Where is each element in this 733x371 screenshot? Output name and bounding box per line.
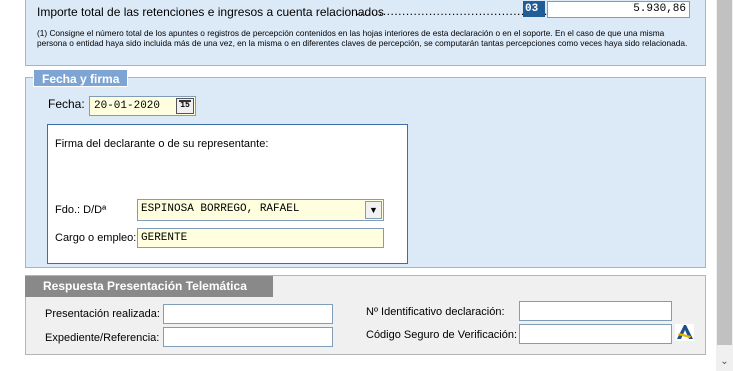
fdo-select[interactable]: ESPINOSA BORREGO, RAFAEL ▼: [137, 199, 384, 221]
fecha-firma-legend: Fecha y firma: [33, 69, 129, 87]
calendar-icon[interactable]: 15: [176, 98, 194, 114]
cargo-value: GERENTE: [141, 232, 188, 244]
fdo-value: ESPINOSA BORREGO, RAFAEL: [141, 203, 300, 215]
scrollbar-thumb[interactable]: [717, 0, 732, 345]
presentacion-input[interactable]: [163, 304, 333, 324]
csv-label: Código Seguro de Verificación:: [366, 329, 518, 341]
fecha-value: 20-01-2020: [94, 100, 161, 112]
identificativo-input[interactable]: [519, 301, 672, 321]
fecha-label: Fecha:: [48, 97, 85, 111]
totals-panel: Importe total de las retenciones e ingre…: [25, 0, 706, 66]
firma-title: Firma del declarante o de su representan…: [55, 138, 269, 150]
chevron-down-icon[interactable]: ▼: [365, 201, 382, 219]
expediente-input[interactable]: [163, 327, 333, 347]
presentacion-label: Presentación realizada:: [45, 308, 160, 320]
importe-total-label: Importe total de las retenciones e ingre…: [37, 5, 384, 19]
key-03-badge: 03: [523, 1, 545, 17]
respuesta-header: Respuesta Presentación Telemática: [25, 276, 273, 297]
identificativo-label: Nº Identificativo declaración:: [366, 306, 505, 318]
footnote-text: (1) Consigne el número total de los apun…: [37, 28, 688, 48]
csv-input[interactable]: [519, 324, 672, 344]
fdo-label: Fdo.: D/Dª: [55, 204, 107, 216]
agencia-tributaria-logo-icon[interactable]: [675, 324, 694, 341]
scroll-down-icon[interactable]: ⌄: [716, 353, 733, 370]
expediente-label: Expediente/Referencia:: [45, 332, 160, 344]
cargo-input[interactable]: GERENTE: [137, 228, 384, 248]
importe-total-field[interactable]: 5.930,86: [547, 1, 690, 18]
cargo-label: Cargo o empleo:: [55, 232, 137, 244]
